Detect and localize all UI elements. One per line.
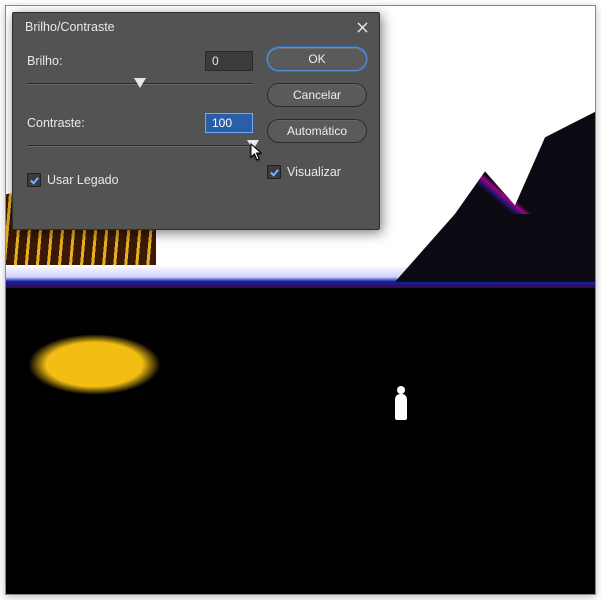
checkbox-icon [27,173,41,187]
auto-button[interactable]: Automático [267,119,367,143]
contrast-slider[interactable] [27,137,253,155]
preview-label: Visualizar [287,165,341,179]
close-icon[interactable] [353,18,371,36]
dialog-title: Brilho/Contraste [25,20,115,34]
preview-checkbox[interactable]: Visualizar [267,165,367,179]
contrast-label: Contraste: [27,116,205,130]
dialog-titlebar[interactable]: Brilho/Contraste [13,13,379,41]
ok-button[interactable]: OK [267,47,367,71]
canvas-frame: Brilho/Contraste Brilho: 0 Contraste: [5,5,596,595]
brightness-slider[interactable] [27,75,253,93]
brightness-contrast-dialog: Brilho/Contraste Brilho: 0 Contraste: [12,12,380,230]
brightness-input[interactable]: 0 [205,51,253,71]
cancel-button[interactable]: Cancelar [267,83,367,107]
use-legacy-checkbox[interactable]: Usar Legado [27,173,253,187]
figure-silhouette [395,394,407,420]
checkbox-icon [267,165,281,179]
brightness-label: Brilho: [27,54,205,68]
contrast-input[interactable]: 100 [205,113,253,133]
use-legacy-label: Usar Legado [47,173,119,187]
